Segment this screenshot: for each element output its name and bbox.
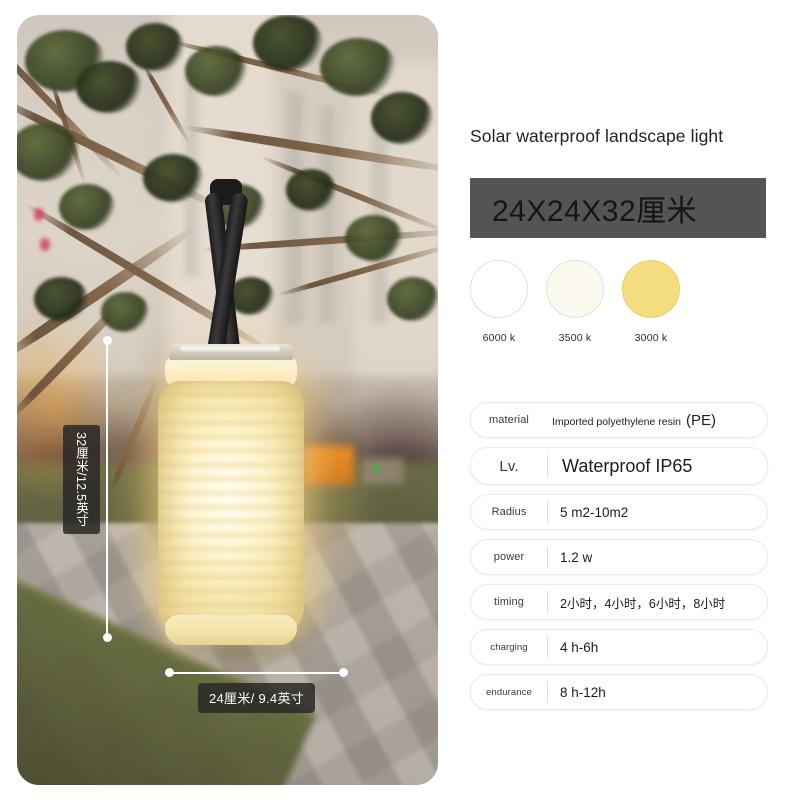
- spec-label-timing: timing: [494, 596, 524, 608]
- lantern-base: [165, 615, 297, 645]
- spec-value-waterproof: Waterproof IP65: [562, 455, 693, 476]
- spec-label-endurance: endurance: [486, 686, 532, 698]
- lantern-cap-highlight: [180, 346, 280, 351]
- spec-label-radius: Radius: [491, 506, 527, 518]
- spec-row-material: material Imported polyethylene resin (PE): [470, 402, 768, 438]
- swatch-6000k[interactable]: 6000 k: [470, 260, 528, 344]
- spec-row-radius: Radius 5 m2-10m2: [470, 494, 768, 530]
- height-dimension-label: 32厘米/12.5英寸: [63, 425, 100, 535]
- swatch-label-3000k: 3000 k: [634, 332, 668, 344]
- spec-value-timing: 2小时，4小时，6小时，8小时: [560, 596, 726, 611]
- size-banner: 24X24X32厘米: [470, 178, 766, 238]
- product-title: Solar waterproof landscape light: [470, 126, 724, 146]
- swatch-circle-3000k: [622, 260, 680, 318]
- spec-value-material-pe: (PE): [686, 411, 716, 429]
- spec-value-radius: 5 m2-10m2: [560, 504, 629, 520]
- spec-label-power: power: [493, 551, 525, 563]
- swatch-3500k[interactable]: 3500 k: [546, 260, 604, 344]
- spec-row-charging: charging 4 h-6h: [470, 629, 768, 665]
- height-measure-endpoint: [103, 633, 112, 642]
- color-temperature-swatches: 6000 k 3500 k 3000 k: [470, 260, 680, 344]
- spec-label-material: material: [489, 414, 529, 426]
- size-banner-text: 24X24X32厘米: [492, 195, 698, 228]
- swatch-circle-6000k: [470, 260, 528, 318]
- spec-value-charging: 4 h-6h: [560, 639, 599, 655]
- swatch-3000k[interactable]: 3000 k: [622, 260, 680, 344]
- spec-value-endurance: 8 h-12h: [560, 684, 606, 700]
- width-measure-line: [169, 672, 343, 674]
- spec-row-power: power 1.2 w: [470, 539, 768, 575]
- spec-value-material-text: Imported polyethylene resin: [552, 415, 681, 428]
- spec-value-material: Imported polyethylene resin (PE): [548, 412, 716, 429]
- product-info-panel: Solar waterproof landscape light 24X24X3…: [468, 0, 788, 800]
- swatch-circle-3500k: [546, 260, 604, 318]
- spec-value-power: 1.2 w: [560, 549, 593, 565]
- width-measure-endpoint: [339, 668, 348, 677]
- height-measure-endpoint: [103, 336, 112, 345]
- spec-row-waterproof-level: Lv. Waterproof IP65: [470, 447, 768, 485]
- specification-list: material Imported polyethylene resin (PE)…: [470, 402, 768, 719]
- width-dimension-label: 24厘米/ 9.4英寸: [198, 683, 316, 713]
- swatch-label-3500k: 3500 k: [558, 332, 592, 344]
- spec-label-charging: charging: [490, 641, 528, 653]
- lantern-ribbed-body: [158, 381, 304, 633]
- lantern: [17, 15, 438, 785]
- width-measure-endpoint: [165, 668, 174, 677]
- spec-row-endurance: endurance 8 h-12h: [470, 674, 768, 710]
- spec-row-timing: timing 2小时，4小时，6小时，8小时: [470, 584, 768, 620]
- height-measure-line: [106, 341, 108, 637]
- swatch-label-6000k: 6000 k: [482, 332, 516, 344]
- spec-label-lv: Lv.: [499, 457, 519, 475]
- product-photo: 32厘米/12.5英寸 24厘米/ 9.4英寸: [17, 15, 438, 785]
